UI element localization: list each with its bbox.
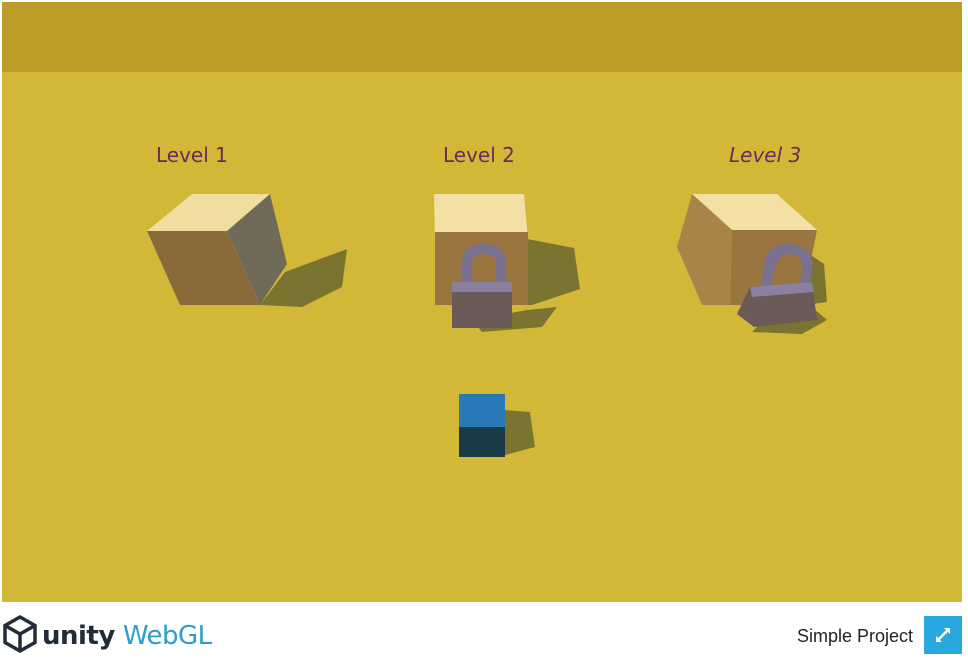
level-2-box-shadow <box>522 238 580 305</box>
fullscreen-icon <box>924 628 962 658</box>
level-3-box[interactable] <box>677 194 827 334</box>
footer: unity WebGL Simple Project <box>0 602 968 662</box>
level-3-label: Level 3 <box>729 143 802 167</box>
level-2-box[interactable] <box>434 194 580 332</box>
logo-word: unity <box>42 621 115 651</box>
game-canvas[interactable]: Level 1 Level 2 Level 3 <box>2 2 962 602</box>
unity-webgl-logo: unity WebGL <box>2 614 212 658</box>
project-title: Simple Project <box>796 626 913 646</box>
level-1-box[interactable] <box>147 194 347 307</box>
unity-cube-icon <box>2 614 38 658</box>
player-cube-top <box>459 394 505 429</box>
game-scene <box>147 194 827 457</box>
player-cube-shadow <box>505 410 535 455</box>
player-cube-front <box>459 427 505 457</box>
level-2-lock-body-top <box>452 282 512 292</box>
logo-platform: WebGL <box>122 621 212 651</box>
level-1-label: Level 1 <box>156 143 228 167</box>
player-cube[interactable] <box>459 394 535 457</box>
fullscreen-button[interactable] <box>924 616 962 654</box>
level-2-label: Level 2 <box>443 143 515 167</box>
